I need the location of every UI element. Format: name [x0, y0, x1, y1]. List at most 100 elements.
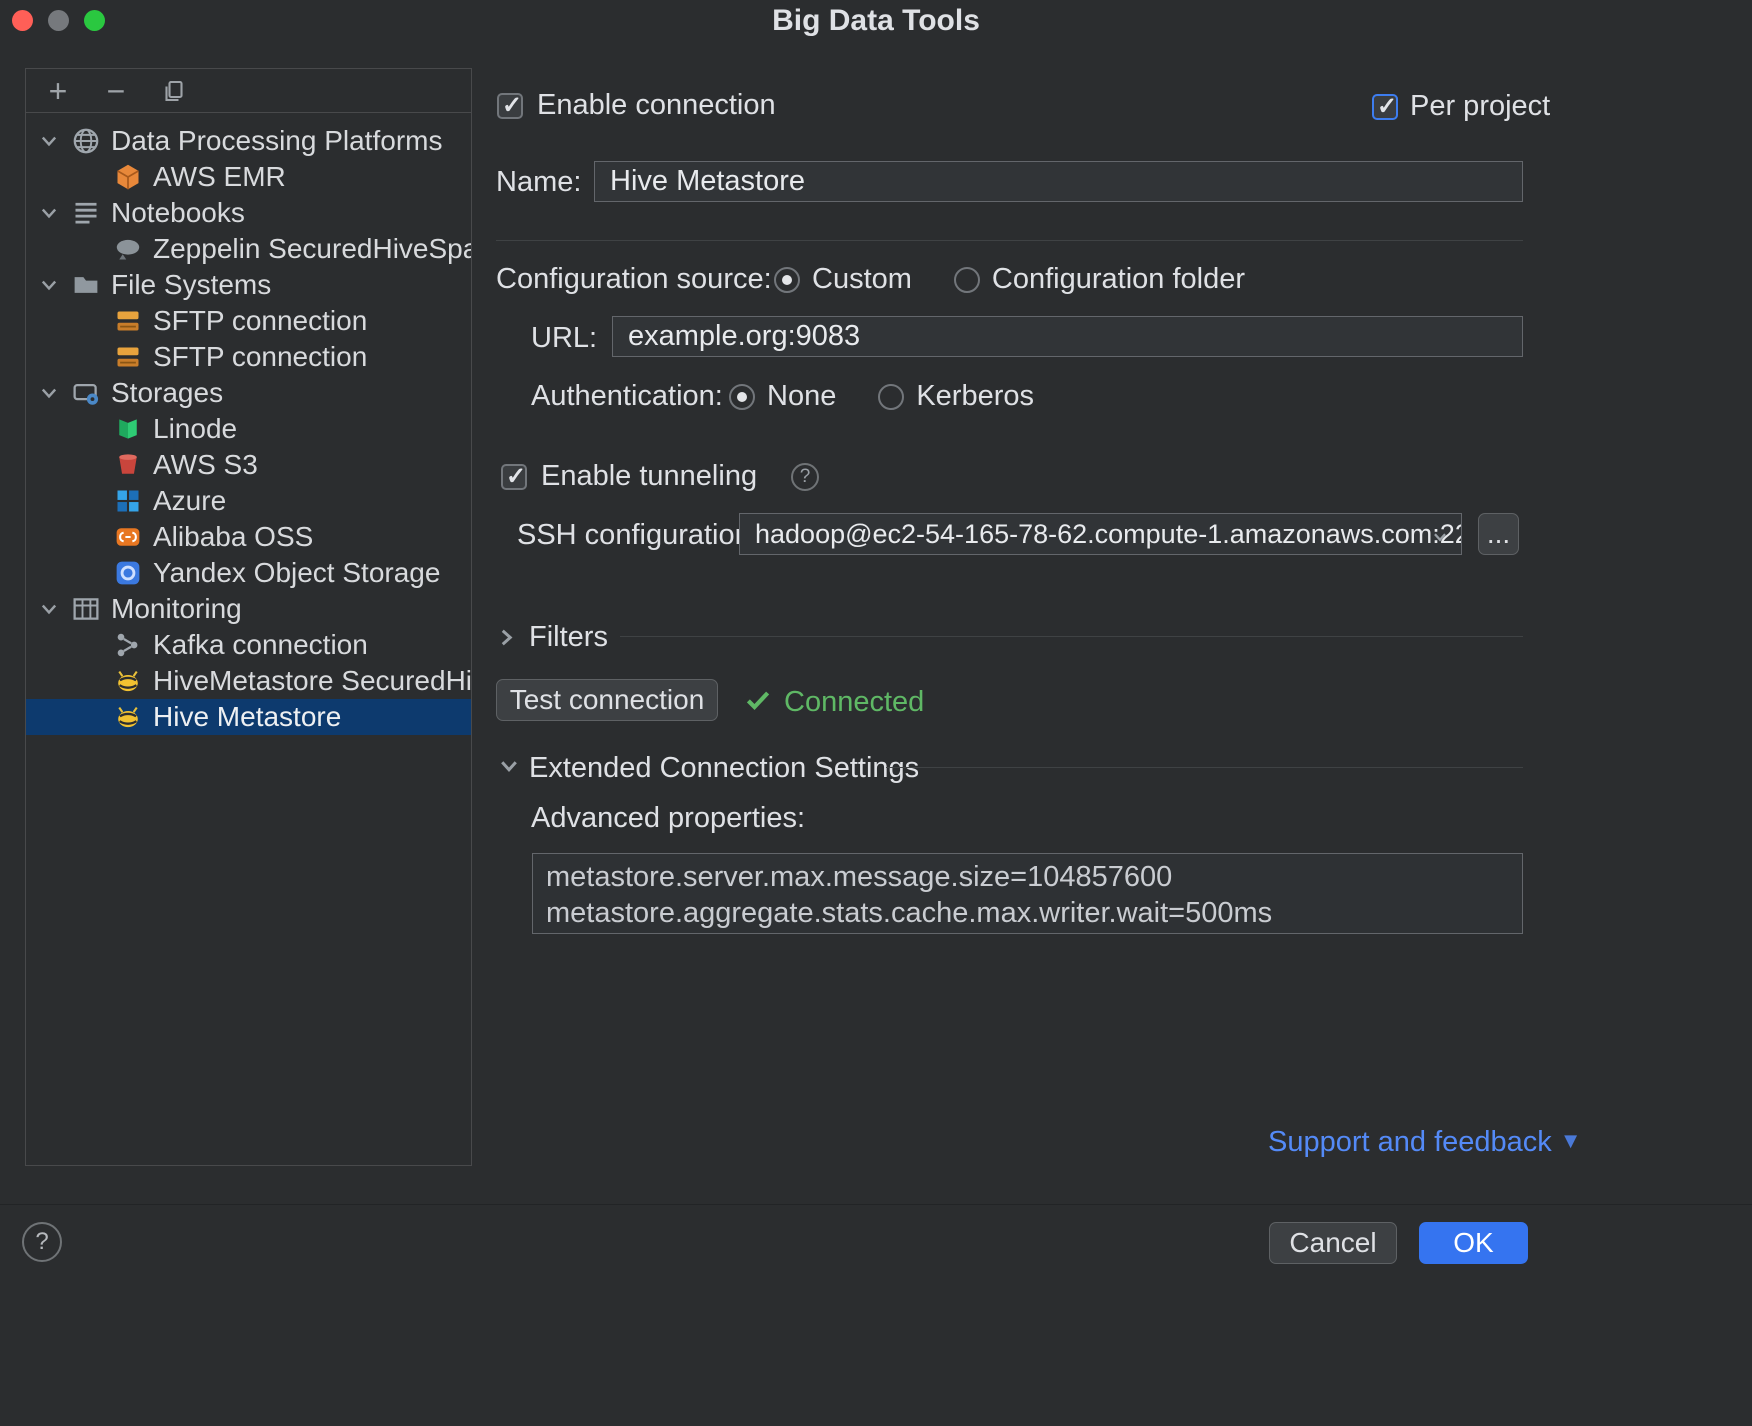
tree-item-label: AWS EMR [153, 161, 286, 193]
name-input[interactable]: Hive Metastore [594, 161, 1523, 202]
sidebar-toolbar: + − [26, 69, 471, 113]
configuration-source-label: Configuration source: [496, 263, 774, 296]
tree-item-hivemetastore-securedhivespa[interactable]: HiveMetastore SecuredHiveSpa [26, 663, 471, 699]
notebooks-icon [72, 199, 100, 227]
tree-item-yandex-object-storage[interactable]: Yandex Object Storage [26, 555, 471, 591]
url-input[interactable]: example.org:9083 [612, 316, 1523, 357]
chevron-down-icon[interactable] [38, 274, 72, 296]
chevron-down-icon[interactable] [38, 382, 72, 404]
monitoring-icon [72, 595, 100, 623]
tree-item-label: Hive Metastore [153, 701, 341, 733]
enable-connection-label: Enable connection [537, 89, 776, 122]
extended-settings-section-header[interactable]: Extended Connection Settings [497, 752, 919, 785]
ssh-configuration-label: SSH configuration: [517, 519, 759, 552]
custom-radio[interactable] [774, 267, 800, 293]
tree-item-alibaba-oss[interactable]: Alibaba OSS [26, 519, 471, 555]
chevron-down-icon[interactable] [38, 202, 72, 224]
advanced-properties-label-row: Advanced properties: [531, 802, 805, 835]
name-label-row: Name: [496, 166, 581, 199]
tree-item-label: Zeppelin SecuredHiveSparkZep [153, 233, 471, 265]
tree-item-label: Linode [153, 413, 237, 445]
support-feedback-row: Support and feedback ▼ [1268, 1126, 1582, 1159]
add-connection-button[interactable]: + [42, 76, 74, 106]
kafka-icon [114, 631, 142, 659]
remove-connection-button[interactable]: − [100, 76, 132, 106]
tree-item-kafka-connection[interactable]: Kafka connection [26, 627, 471, 663]
hive-icon [114, 703, 142, 731]
advanced-property-line: metastore.server.max.message.size=104857… [546, 859, 1509, 895]
tree-item-label: SFTP connection [153, 305, 367, 337]
tree-item-label: Data Processing Platforms [111, 125, 442, 157]
tree-item-zeppelin-securedhivesparkzep[interactable]: Zeppelin SecuredHiveSparkZep [26, 231, 471, 267]
cancel-button[interactable]: Cancel [1269, 1222, 1397, 1264]
tree-item-monitoring[interactable]: Monitoring [26, 591, 471, 627]
tree-item-label: AWS S3 [153, 449, 258, 481]
big-data-tools-dialog: Big Data Tools + − Data Processing Platf… [0, 0, 1752, 1426]
sftp-icon [114, 343, 142, 371]
cancel-button-label: Cancel [1289, 1227, 1376, 1259]
connection-status: Connected [784, 686, 924, 719]
section-divider [496, 240, 1523, 241]
ssh-label-row: SSH configuration: [517, 519, 759, 552]
tree-item-azure[interactable]: Azure [26, 483, 471, 519]
copy-connection-button[interactable] [158, 79, 190, 103]
chevron-down-icon [1431, 528, 1449, 551]
chevron-down-icon[interactable] [497, 754, 521, 783]
tree-item-aws-emr[interactable]: AWS EMR [26, 159, 471, 195]
tree-item-storages[interactable]: Storages [26, 375, 471, 411]
ssh-configuration-select[interactable]: hadoop@ec2-54-165-78-62.compute-1.amazon… [739, 513, 1462, 555]
test-connection-label: Test connection [510, 684, 705, 716]
tree-item-file-systems[interactable]: File Systems [26, 267, 471, 303]
auth-none-radio[interactable] [729, 384, 755, 410]
enable-tunneling-label: Enable tunneling [541, 460, 757, 493]
chevron-down-icon[interactable] [38, 598, 72, 620]
per-project-row: Per project [1372, 90, 1550, 123]
connection-status-row: Connected [744, 686, 924, 719]
configuration-folder-radio-label: Configuration folder [992, 263, 1245, 296]
tree-item-notebooks[interactable]: Notebooks [26, 195, 471, 231]
tree-item-sftp-connection[interactable]: SFTP connection [26, 303, 471, 339]
tunneling-help-icon[interactable]: ? [791, 463, 819, 491]
advanced-properties-label: Advanced properties: [531, 802, 805, 835]
test-connection-button[interactable]: Test connection [496, 679, 718, 721]
footer-divider [0, 1204, 1752, 1205]
help-button[interactable]: ? [22, 1222, 62, 1262]
tree-item-sftp-connection[interactable]: SFTP connection [26, 339, 471, 375]
ok-button-label: OK [1453, 1227, 1493, 1259]
authentication-row: Authentication: None Kerberos [531, 380, 1034, 413]
advanced-properties-input[interactable]: metastore.server.max.message.size=104857… [532, 853, 1523, 934]
s3-icon [114, 451, 142, 479]
tree-item-aws-s3[interactable]: AWS S3 [26, 447, 471, 483]
chevron-down-icon[interactable] [38, 130, 72, 152]
hive-icon [114, 667, 142, 695]
tree-item-data-processing-platforms[interactable]: Data Processing Platforms [26, 123, 471, 159]
support-feedback-link[interactable]: Support and feedback [1268, 1126, 1552, 1159]
globe-icon [72, 127, 100, 155]
auth-kerberos-radio[interactable] [878, 384, 904, 410]
help-button-label: ? [35, 1228, 48, 1256]
tree-item-label: SFTP connection [153, 341, 367, 373]
ok-button[interactable]: OK [1419, 1222, 1528, 1264]
ssh-configuration-more-button[interactable]: ... [1478, 513, 1519, 555]
per-project-checkbox[interactable] [1372, 94, 1398, 120]
enable-tunneling-row: Enable tunneling ? [501, 460, 819, 493]
ssh-more-label: ... [1487, 518, 1510, 550]
tree-item-linode[interactable]: Linode [26, 411, 471, 447]
enable-tunneling-checkbox[interactable] [501, 464, 527, 490]
auth-none-radio-label: None [767, 380, 836, 413]
extended-settings-divider [886, 767, 1523, 768]
configuration-folder-radio[interactable] [954, 267, 980, 293]
aws-emr-icon [114, 163, 142, 191]
storages-icon [72, 379, 100, 407]
filters-section-header[interactable]: Filters [497, 621, 608, 654]
check-icon [744, 686, 772, 719]
enable-connection-checkbox[interactable] [497, 93, 523, 119]
azure-icon [114, 487, 142, 515]
window-title: Big Data Tools [0, 4, 1752, 38]
ssh-configuration-value: hadoop@ec2-54-165-78-62.compute-1.amazon… [755, 519, 1462, 550]
chevron-right-icon[interactable] [495, 626, 524, 650]
copy-icon [162, 79, 186, 103]
tree-item-hive-metastore[interactable]: Hive Metastore [26, 699, 471, 735]
tree-item-label: Kafka connection [153, 629, 368, 661]
tree-item-label: HiveMetastore SecuredHiveSpa [153, 665, 471, 697]
